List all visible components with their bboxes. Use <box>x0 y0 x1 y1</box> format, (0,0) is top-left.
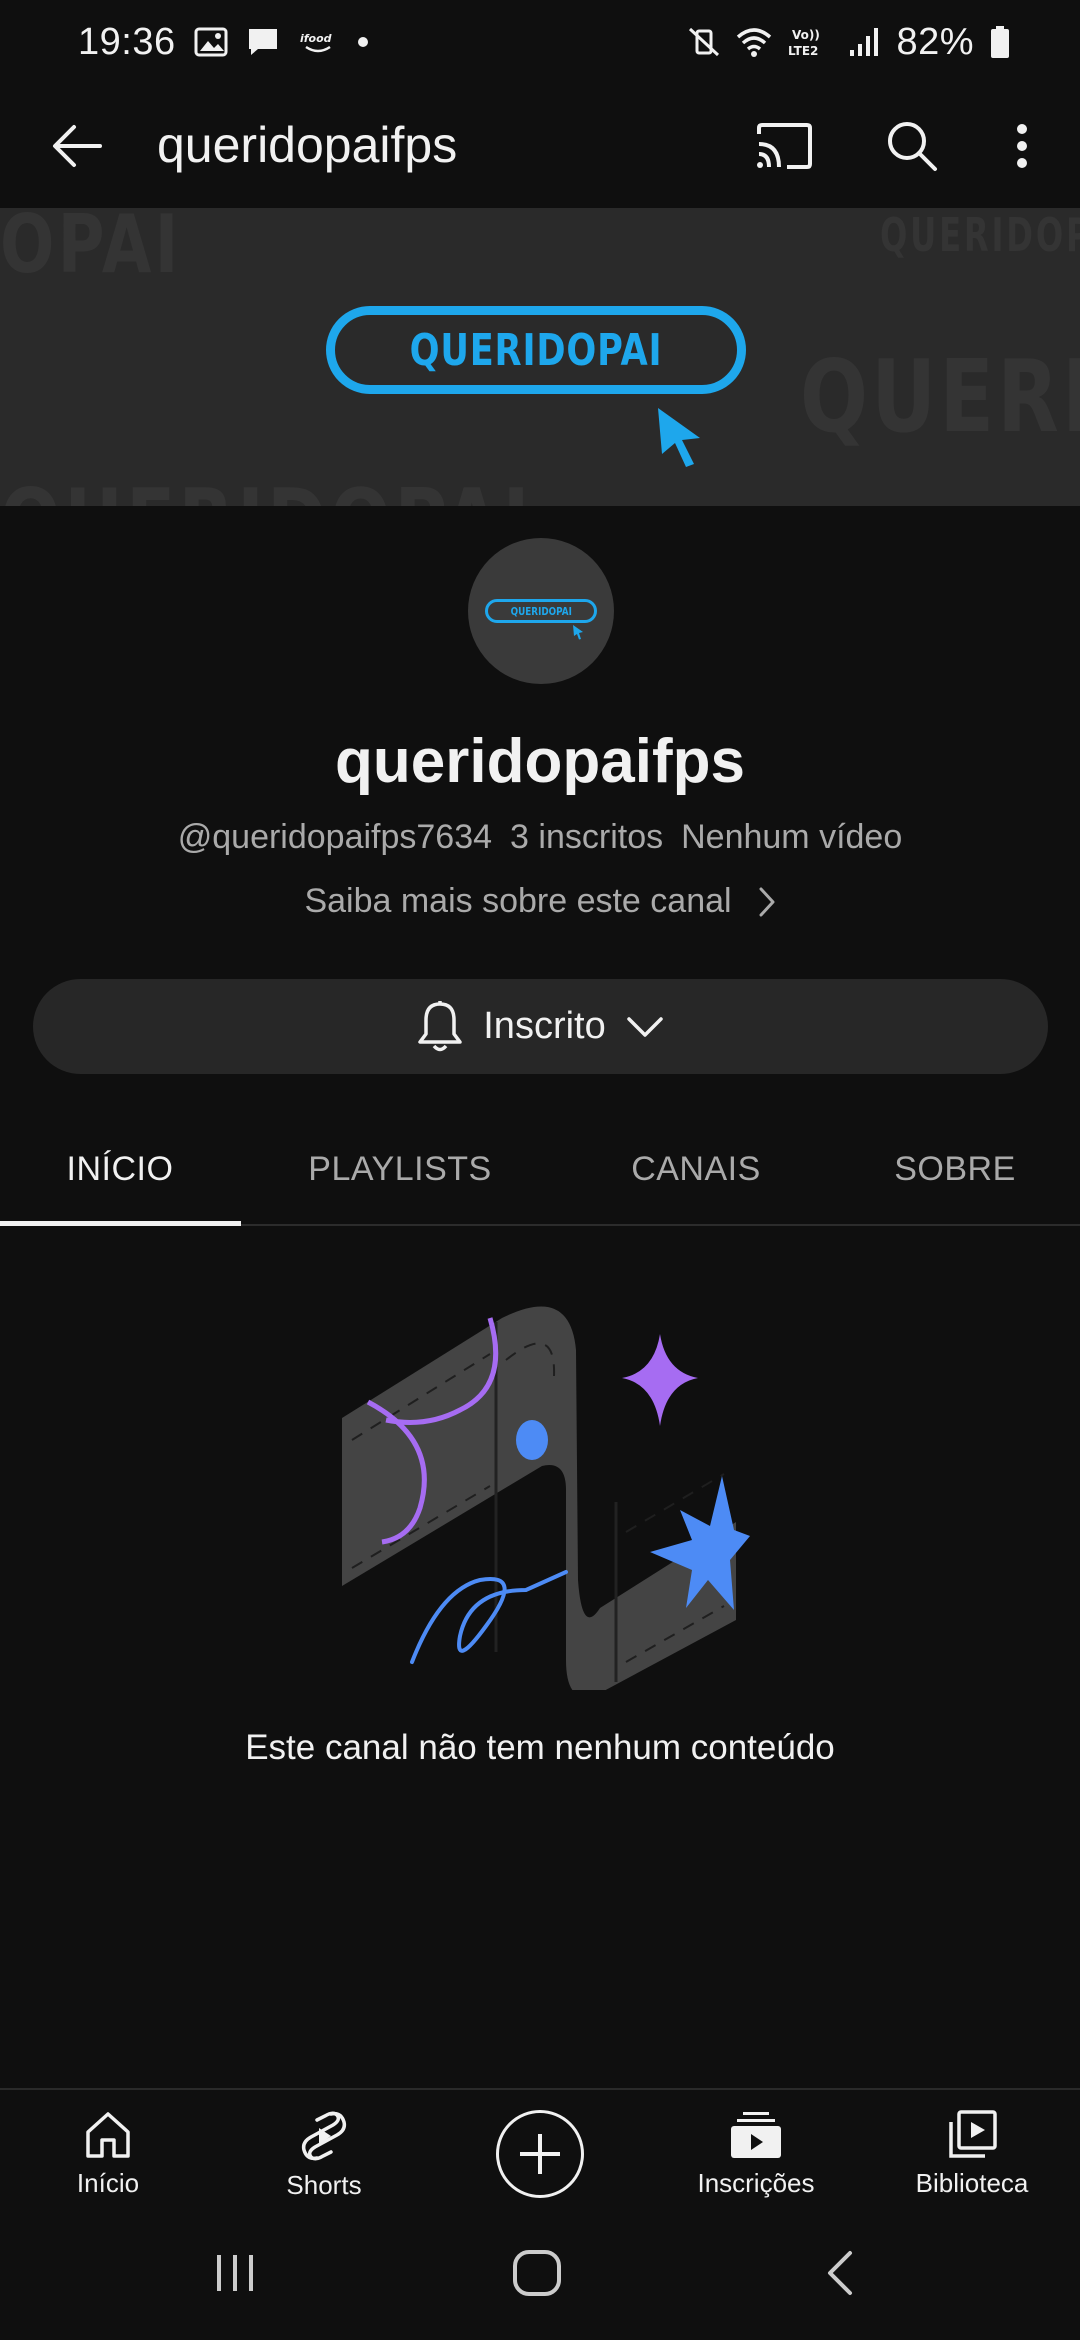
active-tab-indicator <box>0 1221 241 1226</box>
message-notification-icon <box>246 26 280 58</box>
more-options-button[interactable] <box>990 114 1054 178</box>
nav-biblioteca[interactable]: Biblioteca <box>872 2090 1072 2208</box>
cursor-icon <box>658 408 700 467</box>
bell-icon <box>418 1000 462 1051</box>
nav-shorts[interactable]: Shorts <box>224 2090 424 2208</box>
channel-name: queridopaifps <box>335 727 745 796</box>
system-navigation-bar <box>0 2208 1080 2340</box>
recents-icon <box>217 2255 253 2291</box>
search-icon <box>888 122 937 171</box>
about-channel-link[interactable]: Saiba mais sobre este canal <box>0 882 1080 921</box>
nav-inicio[interactable]: Início <box>8 2090 208 2208</box>
library-icon <box>949 2110 997 2158</box>
svg-text:LTE2: LTE2 <box>788 44 818 58</box>
about-channel-label: Saiba mais sobre este canal <box>304 882 732 920</box>
home-icon <box>86 2112 130 2158</box>
chevron-down-icon <box>626 1016 663 1037</box>
tab-canais[interactable]: CANAIS <box>576 1112 816 1226</box>
wifi-icon <box>736 26 772 58</box>
cast-button[interactable] <box>752 114 816 178</box>
bottom-navigation: Início Shorts Inscrições Biblioteca <box>0 2088 1080 2208</box>
avatar-logo-text: QUERIDOPAI <box>510 604 572 618</box>
banner-watermark: QUERID <box>800 338 1080 455</box>
banner-logo-text: QUERIDOPAI <box>409 324 663 376</box>
battery-percent: 82% <box>896 20 974 63</box>
video-count: Nenhum vídeo <box>681 818 903 856</box>
nav-shorts-label: Shorts <box>286 2170 362 2200</box>
status-right: Vo)) LTE2 82% <box>688 21 1010 64</box>
tab-sobre[interactable]: SOBRE <box>835 1112 1075 1226</box>
ifood-notification-icon: ifood <box>298 29 338 55</box>
mute-vibrate-icon <box>688 25 720 59</box>
channel-avatar[interactable]: QUERIDOPAI <box>468 538 614 684</box>
chevron-right-icon <box>759 887 775 916</box>
status-bar: 19:36 ifood Vo)) LTE2 82% <box>0 0 1080 84</box>
nav-biblioteca-label: Biblioteca <box>915 2168 1029 2198</box>
empty-state-message: Este canal não tem nenhum conteúdo <box>245 1728 835 1767</box>
channel-tabs: INÍCIO PLAYLISTS CANAIS SOBRE <box>0 1112 1080 1226</box>
more-vert-icon <box>1017 124 1027 168</box>
more-notifications-dot-icon <box>356 35 370 49</box>
empty-channel-illustration <box>342 1306 750 1690</box>
nav-inscricoes[interactable]: Inscrições <box>656 2090 856 2208</box>
subscribed-button[interactable]: Inscrito <box>33 979 1048 1074</box>
banner-watermark: OPAI <box>0 208 182 291</box>
header-title: queridopaifps <box>157 117 458 173</box>
tab-playlists[interactable]: PLAYLISTS <box>280 1112 520 1226</box>
tab-inicio[interactable]: INÍCIO <box>0 1112 240 1226</box>
signal-icon <box>848 26 880 58</box>
back-chevron-icon <box>828 2251 852 2295</box>
banner-watermark: QUERIDOPAI <box>880 208 1080 262</box>
create-button[interactable] <box>496 2110 584 2198</box>
status-left: 19:36 ifood <box>78 21 370 64</box>
subscriber-count: 3 inscritos <box>510 818 664 856</box>
gallery-notification-icon <box>194 27 228 57</box>
channel-handle: @queridopaifps7634 <box>177 818 493 856</box>
subscribed-label: Inscrito <box>483 1005 606 1047</box>
channel-meta: @queridopaifps7634 3 inscritos Nenhum ví… <box>0 818 1080 857</box>
recents-button[interactable] <box>190 2238 280 2308</box>
banner-logo: QUERIDOPAI <box>326 306 746 394</box>
back-system-button[interactable] <box>794 2238 884 2308</box>
home-circle-icon <box>513 2250 561 2296</box>
shorts-icon <box>301 2111 347 2161</box>
nav-inscricoes-label: Inscrições <box>697 2168 815 2198</box>
banner-watermark: QUERIDOPAI <box>0 470 533 506</box>
cursor-icon <box>573 625 583 640</box>
nav-inicio-label: Início <box>76 2168 140 2198</box>
svg-text:ifood: ifood <box>300 32 332 45</box>
app-header: queridopaifps <box>0 84 1080 208</box>
channel-banner: OPAI QUERIDOPAI QUERID QUERIDOPAI QUERID… <box>0 208 1080 506</box>
home-system-button[interactable] <box>492 2238 582 2308</box>
status-time: 19:36 <box>78 20 176 63</box>
battery-icon <box>990 25 1010 59</box>
subscriptions-icon <box>731 2112 781 2158</box>
search-button[interactable] <box>880 114 944 178</box>
create-plus-icon <box>520 2134 560 2174</box>
back-button[interactable] <box>44 114 108 178</box>
avatar-logo: QUERIDOPAI <box>485 599 597 623</box>
back-arrow-icon <box>53 125 102 167</box>
svg-text:Vo)): Vo)) <box>792 28 820 42</box>
volte-icon: Vo)) LTE2 <box>788 25 832 59</box>
cast-icon <box>757 123 812 169</box>
